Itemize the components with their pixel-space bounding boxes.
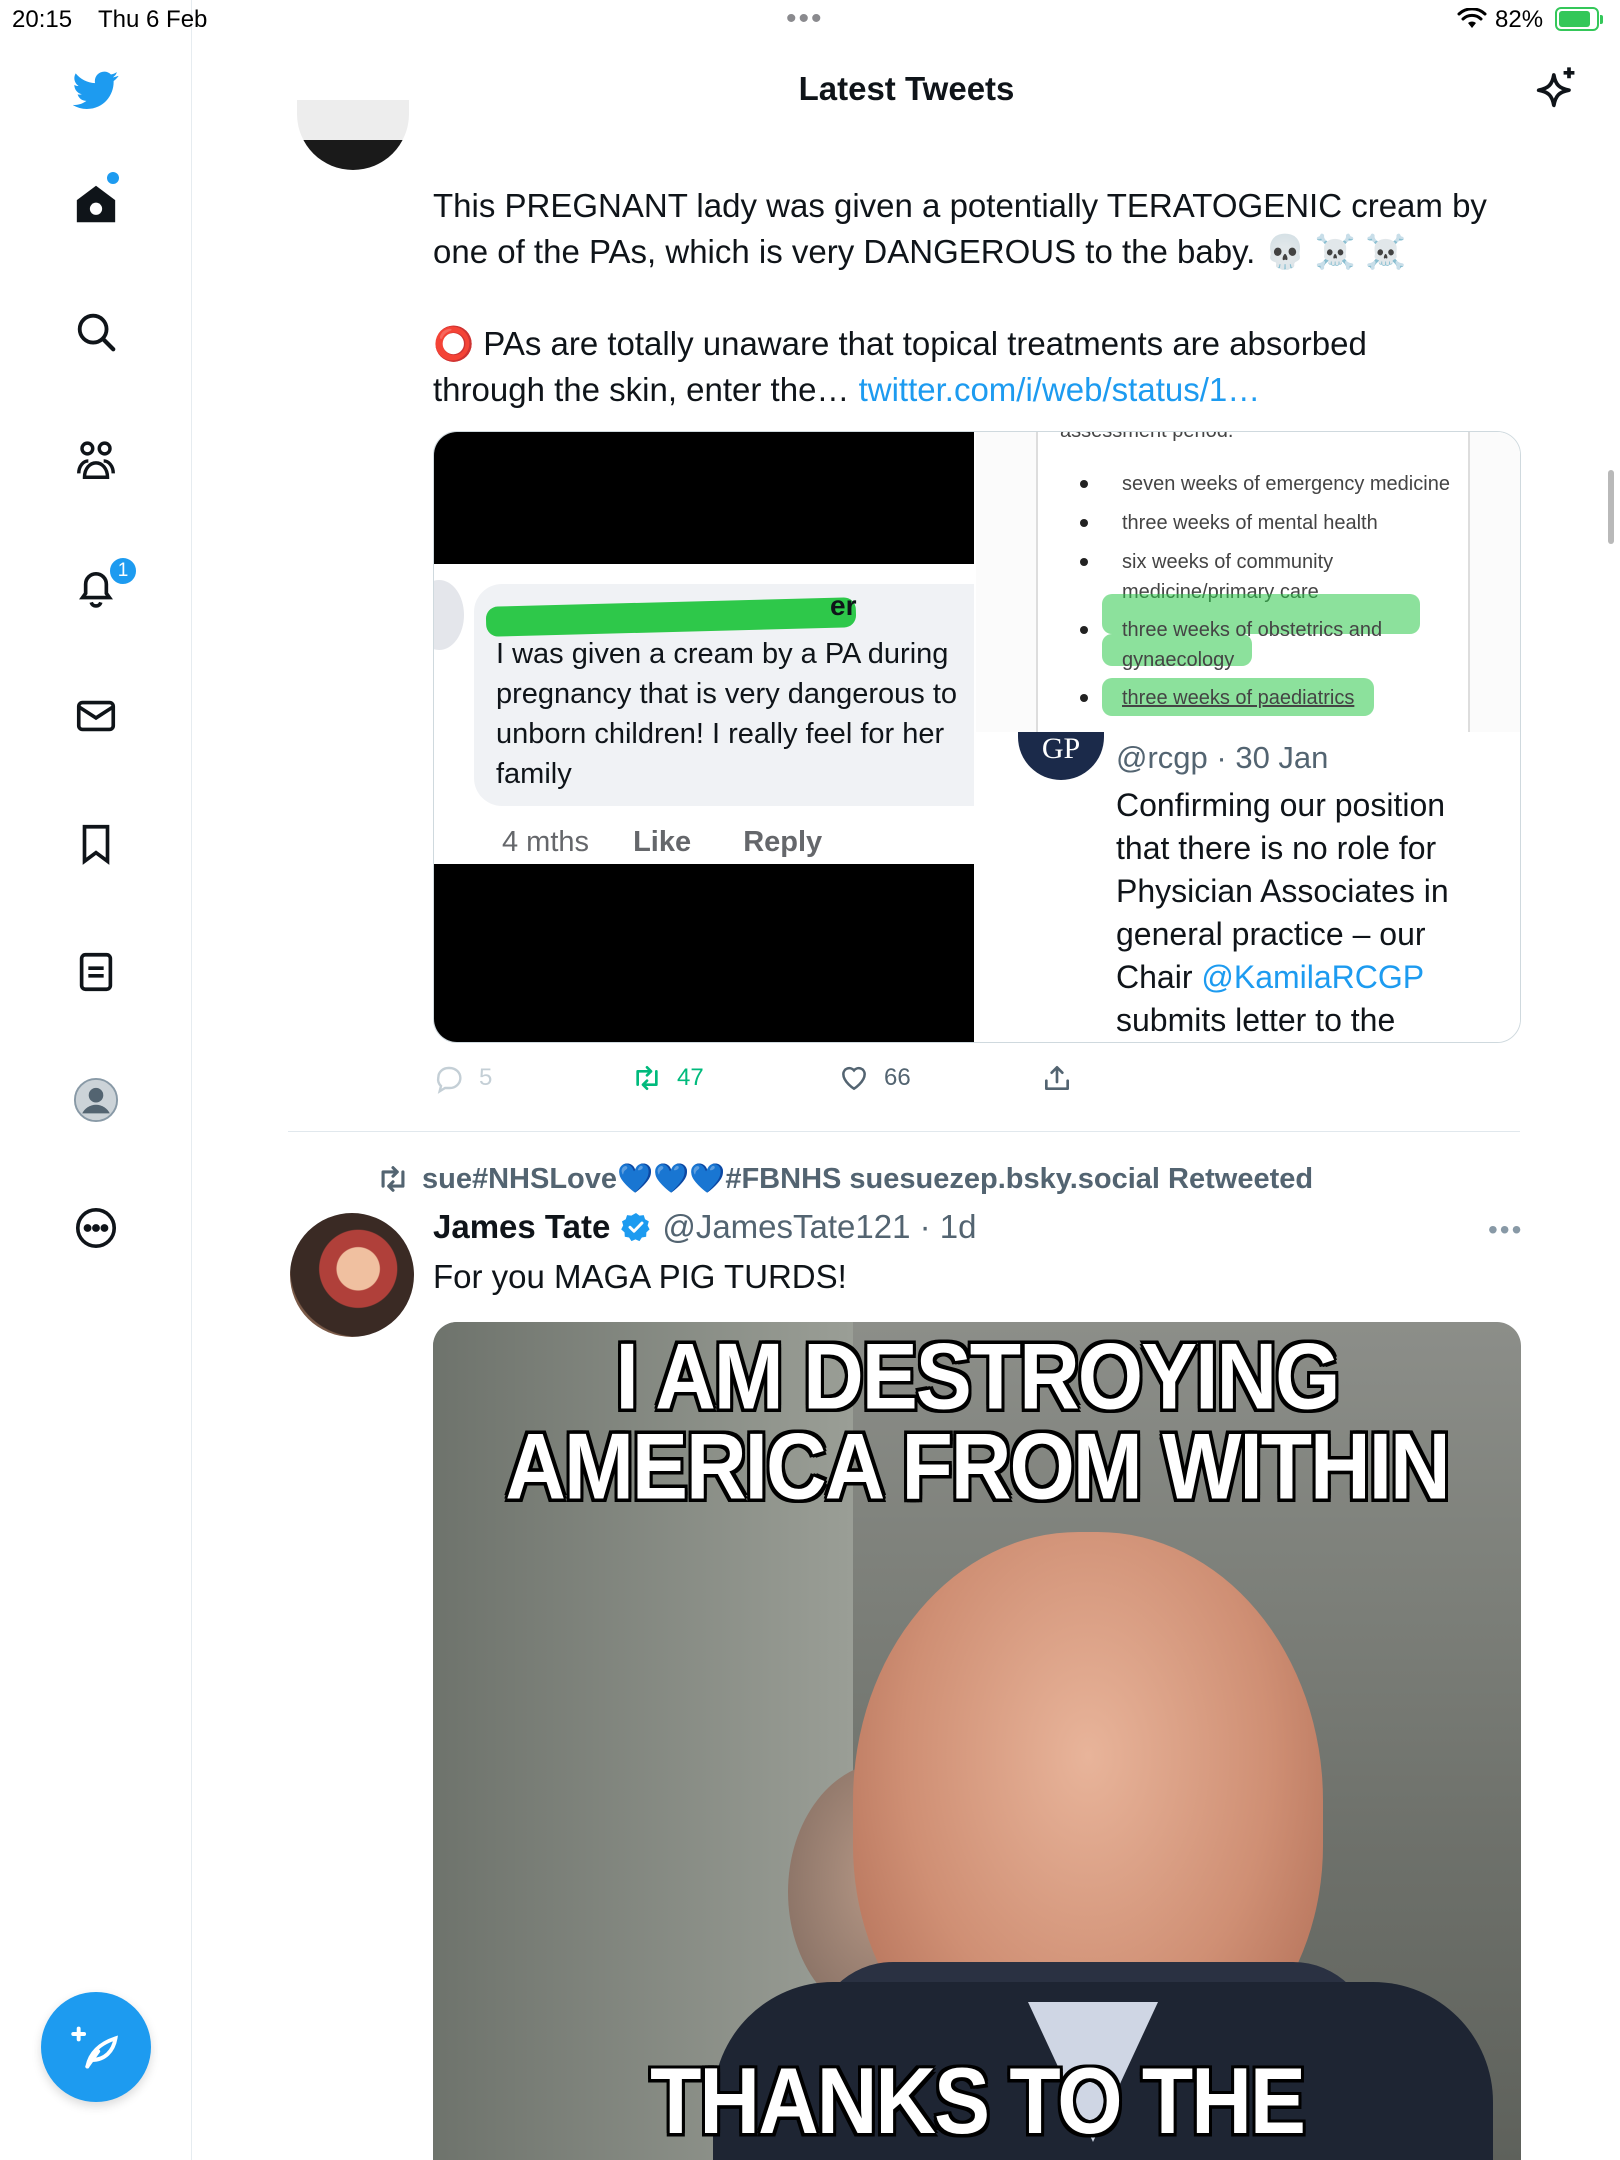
heart-icon [842,1066,866,1091]
share-icon [1045,1066,1069,1090]
media-left-screenshot[interactable]: er I was given a cream by a PA during pr… [434,432,974,1042]
document-excerpt: assessment period. seven weeks of emerge… [976,432,1520,732]
wifi-icon [1457,8,1487,28]
doc-item: seven weeks of emergency medicine [1122,473,1450,495]
doc-bullet [1080,694,1088,702]
doc-bullet [1080,519,1088,527]
tweet1-text-line4-prefix: through the skin, enter the… [433,371,859,408]
comment-reply: Reply [743,826,823,858]
reply-button[interactable]: 5 [433,1062,492,1094]
verified-badge-icon [621,1213,650,1242]
more-circle-icon[interactable] [60,1192,132,1264]
retweet-icon [381,1166,405,1192]
sparkle-icon[interactable] [1530,62,1582,114]
meme-caption-bottom: THANKS TO THE REPUBLICANS [650,2048,1306,2160]
communities-icon[interactable] [60,424,132,496]
doc-bullet [1080,626,1088,634]
doc-bullet [1080,480,1088,488]
commenter-avatar [434,580,464,650]
meme-caption-top-line1: I AM DESTROYING [615,1323,1341,1429]
status-date: Thu 6 Feb [98,6,208,33]
tweet2-author-line[interactable]: James Tate @JamesTate121 · 1d [433,1208,977,1246]
tweet2-avatar[interactable] [290,1213,414,1337]
tweet1-status-link[interactable]: twitter.com/i/web/status/1… [859,371,1261,408]
multitasking-dots-icon[interactable]: ••• [786,2,824,36]
notifications-badge: 1 [108,556,138,586]
compose-tweet-button[interactable] [41,1992,151,2102]
doc-bullet [1080,558,1088,566]
comment-meta: 4 mths Like Reply [502,826,866,859]
comment-bubble: er I was given a cream by a PA during pr… [474,584,974,806]
retweeted-by-text: sue#NHSLove💙💙💙#FBNHS suesuezep.bsky.soci… [422,1163,1314,1195]
mail-icon[interactable] [60,680,132,752]
meme-caption-top-line2: AMERICA FROM WITHIN [505,1413,1450,1519]
facebook-comment-panel: er I was given a cream by a PA during pr… [434,564,974,864]
media-right-screenshot[interactable]: assessment period. seven weeks of emerge… [976,432,1520,1042]
page-title: Latest Tweets [798,70,1015,107]
reply-count: 5 [479,1064,493,1091]
tweet1-text-line1: This PREGNANT lady was given a potential… [433,187,1487,224]
doc-item: three weeks of mental health [1122,512,1378,534]
list-icon[interactable] [60,936,132,1008]
compose-feather-icon [71,2026,118,2069]
avatar-icon[interactable] [60,1064,132,1136]
sidebar: 1 [0,0,192,2160]
author-handle-time: @JamesTate121 · 1d [662,1208,977,1245]
tweet1-text-line4: through the skin, enter the… twitter.com… [433,367,1260,413]
reply-icon [436,1066,462,1094]
tweet1-text-line2: one of the PAs, which is very DANGEROUS … [433,233,1407,270]
home-unread-dot [107,172,119,184]
retweet-count: 47 [677,1064,704,1091]
doc-item: three weeks of paediatrics [1122,687,1355,709]
home-icon[interactable] [60,168,132,240]
doc-item: gynaecology [1122,649,1235,671]
doc-item: three weeks of obstetrics and [1122,619,1383,641]
bookmark-icon[interactable] [60,808,132,880]
search-icon[interactable] [60,296,132,368]
comment-text: I was given a cream by a PA during pregn… [496,638,958,790]
retweeted-by-line[interactable]: sue#NHSLove💙💙💙#FBNHS suesuezep.bsky.soci… [376,1162,1313,1196]
battery-fill [1559,11,1591,27]
status-time: 20:15 [12,6,73,33]
comment-like: Like [633,826,692,858]
author-name[interactable]: James Tate [433,1208,610,1246]
battery-percent: 82% [1495,6,1544,33]
rcgp-logo: GP [1018,732,1104,780]
timeline-header: Latest Tweets [193,40,1620,140]
commenter-name-fragment: er [830,590,857,621]
document-page: assessment period. seven weeks of emerge… [1036,432,1470,732]
tweet2-meme-image[interactable]: I AM DESTROYING AMERICA FROM WITHIN THAN… [433,1322,1521,2160]
redaction-scribble [485,597,857,637]
like-button[interactable]: 66 [838,1062,911,1094]
share-button[interactable] [1041,1062,1073,1094]
tweet1-text-line3: ⭕ PAs are totally unaware that topical t… [433,325,1367,362]
retweet-button[interactable]: 47 [631,1062,704,1094]
tweet2-text: For you MAGA PIG TURDS! [433,1258,847,1295]
tweet-more-icon[interactable]: ••• [1488,1214,1523,1246]
doc-item: six weeks of community [1122,551,1334,573]
rcgp-text-after: submits letter to the [1116,1002,1396,1038]
rcgp-handle-date: @rcgp · 30 Jan [1116,740,1329,775]
scrollbar[interactable] [1608,470,1614,544]
rcgp-tweet-text: Confirming our position that there is no… [1116,784,1516,1042]
tweet1-media-card[interactable]: er I was given a cream by a PA during pr… [433,431,1521,1043]
twitter-bird-icon[interactable] [60,54,132,126]
like-count: 66 [884,1064,911,1091]
comment-age: 4 mths [502,826,590,858]
tweet-divider [288,1131,1520,1132]
status-bar: 20:15 Thu 6 Feb ••• 82% [0,0,1620,40]
rcgp-mention: @KamilaRCGP [1201,959,1425,995]
doc-header: assessment period. [1060,431,1234,442]
retweet-icon [636,1066,658,1090]
battery-icon [1555,7,1603,31]
